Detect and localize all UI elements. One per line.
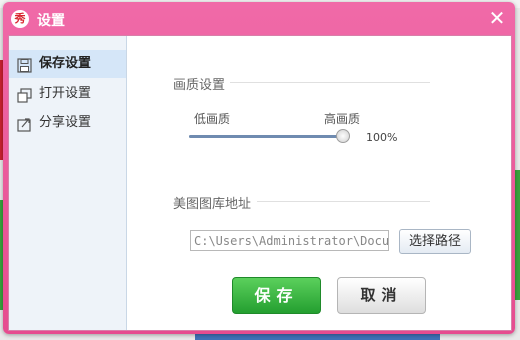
- settings-content: 画质设置 低画质 高画质 100% 美图图库地址 C:\Users\Admini…: [127, 36, 511, 330]
- floppy-disk-icon: [17, 56, 32, 73]
- settings-dialog: 秀 设置 ✕ 保存设置 打开设置 分享设置 画质设置 低画质 高画质 100% …: [3, 2, 515, 334]
- quality-value: 100%: [366, 131, 398, 144]
- quality-slider-track[interactable]: [189, 135, 343, 138]
- sidebar-item-open-settings[interactable]: 打开设置: [9, 80, 126, 108]
- save-button[interactable]: 保存: [232, 277, 321, 314]
- sidebar-item-save-settings[interactable]: 保存设置: [9, 50, 126, 78]
- share-icon: [17, 115, 32, 132]
- app-logo-icon: 秀: [11, 10, 29, 28]
- quality-section-title: 画质设置: [173, 78, 226, 93]
- quality-slider-fill: [189, 135, 343, 138]
- section-divider: [230, 82, 430, 83]
- close-icon[interactable]: ✕: [487, 8, 507, 28]
- library-path-field[interactable]: C:\Users\Administrator\Documents: [190, 230, 389, 251]
- quality-slider-thumb[interactable]: [336, 129, 350, 143]
- window-title: 设置: [37, 13, 65, 29]
- sidebar: 保存设置 打开设置 分享设置: [9, 36, 127, 330]
- section-divider: [257, 201, 430, 202]
- cancel-button[interactable]: 取消: [337, 277, 426, 314]
- open-window-icon: [17, 86, 32, 103]
- sidebar-item-label: 打开设置: [39, 86, 92, 101]
- library-section-title: 美图图库地址: [173, 197, 252, 212]
- sidebar-item-label: 保存设置: [39, 56, 92, 71]
- low-quality-label: 低画质: [194, 112, 231, 126]
- choose-path-button[interactable]: 选择路径: [399, 229, 471, 254]
- dialog-body: 保存设置 打开设置 分享设置 画质设置 低画质 高画质 100% 美图图库地址 …: [8, 35, 512, 331]
- title-bar[interactable]: 秀 设置 ✕: [3, 2, 515, 35]
- sidebar-item-share-settings[interactable]: 分享设置: [9, 109, 126, 137]
- high-quality-label: 高画质: [324, 112, 361, 126]
- sidebar-item-label: 分享设置: [39, 115, 92, 130]
